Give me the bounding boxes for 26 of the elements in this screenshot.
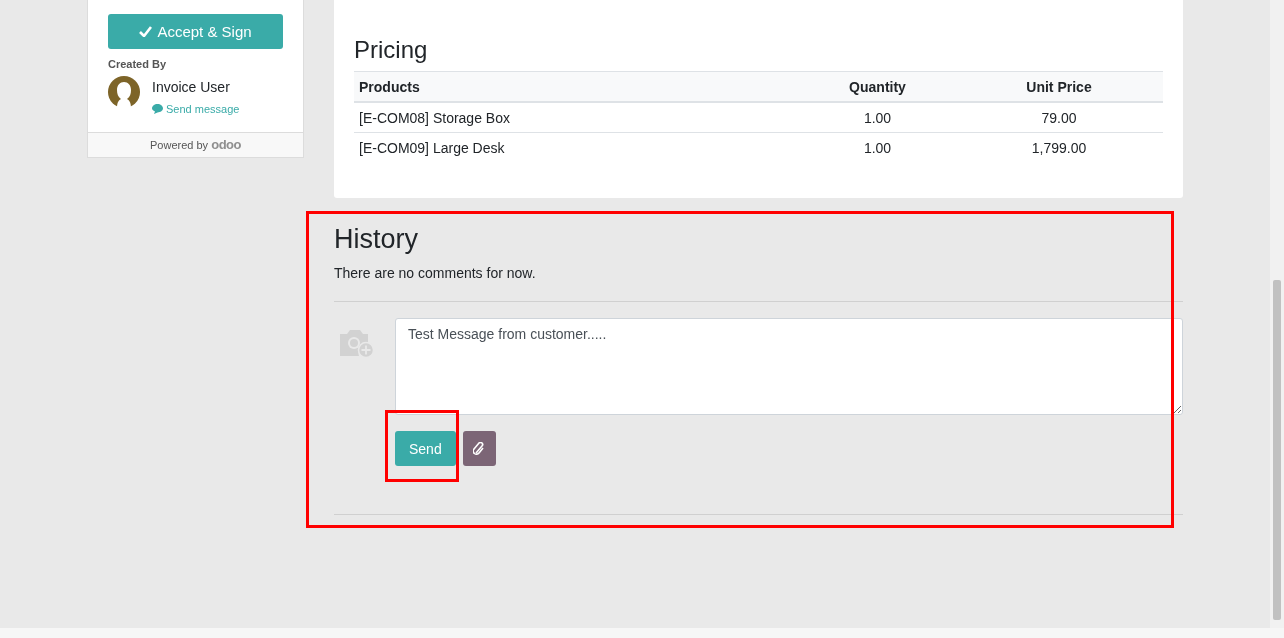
empty-comments-text: There are no comments for now. <box>334 265 536 281</box>
scrollbar[interactable] <box>1270 0 1284 628</box>
table-cell: 79.00 <box>955 102 1163 133</box>
brand-logo[interactable]: odoo <box>211 137 241 152</box>
powered-by-text: Powered by <box>150 139 209 151</box>
section-title: Pricing <box>354 36 428 64</box>
paperclip-button[interactable] <box>462 431 496 466</box>
table-cell: [E-COM08] Storage Box <box>354 102 800 133</box>
table-cell: 1,799.00 <box>955 132 1163 162</box>
accept-sign-button[interactable]: Accept & Sign <box>108 14 283 49</box>
send-button[interactable]: Send <box>395 431 456 466</box>
checkmark-icon <box>139 26 153 37</box>
table-cell: [E-COM09] Large Desk <box>354 132 800 162</box>
send-message-link[interactable]: Send message <box>152 103 240 115</box>
table-cell: 1.00 <box>800 132 955 162</box>
section-title: History <box>334 224 418 255</box>
column-header: Unit Price <box>955 71 1163 102</box>
paperclip-icon <box>473 441 486 456</box>
column-header: Quantity <box>800 71 955 102</box>
table-cell: 1.00 <box>800 102 955 133</box>
user-name: Invoice User <box>152 79 230 95</box>
created-by-label: Created By <box>108 58 167 70</box>
avatar-icon <box>108 76 140 108</box>
message-input-field[interactable]: Test Message from customer..... <box>395 318 1183 415</box>
column-header: Products <box>354 71 800 102</box>
chat-bubble-icon <box>152 104 163 114</box>
